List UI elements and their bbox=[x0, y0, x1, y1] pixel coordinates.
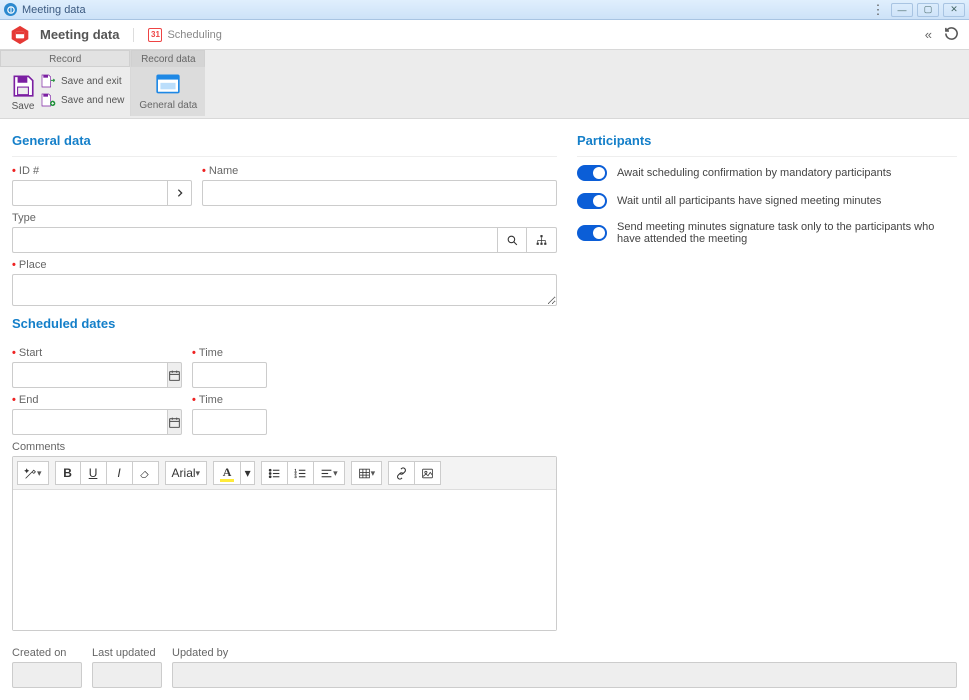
ribbon-tab-record-data[interactable]: Record data bbox=[131, 50, 205, 67]
type-hierarchy-button[interactable] bbox=[527, 227, 557, 253]
start-time-input[interactable] bbox=[192, 362, 267, 388]
window-menu-button[interactable]: ⋮ bbox=[869, 2, 887, 18]
comments-editor: B U I Arial A ▾ bbox=[12, 456, 557, 631]
id-next-button[interactable] bbox=[167, 180, 192, 206]
end-date-input[interactable] bbox=[12, 409, 167, 435]
editor-font-select[interactable]: Arial bbox=[165, 461, 208, 485]
start-date-picker[interactable] bbox=[167, 362, 182, 388]
window-title: Meeting data bbox=[22, 4, 86, 16]
editor-align-button[interactable] bbox=[314, 461, 345, 485]
label-id: ID # bbox=[12, 165, 192, 177]
ribbon: Record Save Save and exit Save and new R… bbox=[0, 50, 969, 119]
general-data-label: General data bbox=[139, 100, 197, 111]
scheduling-label: Scheduling bbox=[167, 29, 221, 41]
refresh-icon[interactable] bbox=[944, 26, 959, 44]
toggle-send-task-label: Send meeting minutes signature task only… bbox=[617, 221, 957, 245]
save-exit-label: Save and exit bbox=[61, 76, 122, 87]
label-start-time: Time bbox=[192, 347, 267, 359]
window-minimize-button[interactable]: ― bbox=[891, 3, 913, 17]
svg-text:3: 3 bbox=[295, 474, 297, 478]
save-new-label: Save and new bbox=[61, 95, 124, 106]
type-search-button[interactable] bbox=[497, 227, 527, 253]
save-exit-button[interactable]: Save and exit bbox=[40, 73, 124, 89]
label-comments: Comments bbox=[12, 441, 557, 453]
toggle-await[interactable] bbox=[577, 165, 607, 181]
editor-italic-button[interactable]: I bbox=[107, 461, 133, 485]
editor-ol-button[interactable]: 123 bbox=[288, 461, 314, 485]
place-input[interactable] bbox=[12, 274, 557, 306]
editor-table-button[interactable] bbox=[351, 461, 383, 485]
id-input[interactable] bbox=[12, 180, 167, 206]
ribbon-tab-record[interactable]: Record bbox=[0, 50, 130, 67]
end-date-picker[interactable] bbox=[167, 409, 182, 435]
divider bbox=[133, 28, 134, 42]
collapse-icon[interactable]: « bbox=[925, 27, 932, 42]
toggle-await-label: Await scheduling confirmation by mandato… bbox=[617, 167, 891, 179]
editor-magic-button[interactable] bbox=[17, 461, 49, 485]
save-label: Save bbox=[12, 101, 35, 112]
label-name: Name bbox=[202, 165, 557, 177]
created-on-input bbox=[12, 662, 82, 688]
editor-ul-button[interactable] bbox=[261, 461, 288, 485]
editor-image-button[interactable] bbox=[415, 461, 441, 485]
type-input[interactable] bbox=[12, 227, 497, 253]
section-participants: Participants bbox=[577, 129, 957, 157]
calendar-icon: 31 bbox=[148, 28, 162, 42]
toggle-wait-signed-label: Wait until all participants have signed … bbox=[617, 195, 881, 207]
section-general: General data bbox=[12, 129, 557, 157]
app-icon bbox=[4, 3, 17, 16]
label-end-time: Time bbox=[192, 394, 267, 406]
editor-bold-button[interactable]: B bbox=[55, 461, 81, 485]
editor-underline-button[interactable]: U bbox=[81, 461, 107, 485]
window-maximize-button[interactable]: ▢ bbox=[917, 3, 939, 17]
start-date-input[interactable] bbox=[12, 362, 167, 388]
end-time-input[interactable] bbox=[192, 409, 267, 435]
module-icon bbox=[10, 25, 30, 45]
editor-color-dropdown[interactable]: ▾ bbox=[241, 461, 255, 485]
section-scheduled: Scheduled dates bbox=[12, 312, 557, 339]
name-input[interactable] bbox=[202, 180, 557, 206]
label-start: Start bbox=[12, 347, 182, 359]
comments-textarea[interactable] bbox=[13, 490, 556, 630]
save-new-button[interactable]: Save and new bbox=[40, 92, 124, 108]
window-close-button[interactable]: ✕ bbox=[943, 3, 965, 17]
page-title: Meeting data bbox=[40, 27, 119, 42]
label-place: Place bbox=[12, 259, 557, 271]
editor-link-button[interactable] bbox=[388, 461, 415, 485]
last-updated-input bbox=[92, 662, 162, 688]
toggle-send-task[interactable] bbox=[577, 225, 607, 241]
updated-by-input bbox=[172, 662, 957, 688]
window-titlebar: Meeting data ⋮ ― ▢ ✕ bbox=[0, 0, 969, 20]
scheduling-link[interactable]: 31 Scheduling bbox=[148, 28, 221, 42]
toggle-wait-signed[interactable] bbox=[577, 193, 607, 209]
editor-color-button[interactable]: A bbox=[213, 461, 241, 485]
page-header: Meeting data 31 Scheduling « bbox=[0, 20, 969, 50]
editor-erase-button[interactable] bbox=[133, 461, 159, 485]
save-button[interactable]: Save bbox=[6, 71, 40, 114]
label-end: End bbox=[12, 394, 182, 406]
label-type: Type bbox=[12, 212, 557, 224]
general-data-button[interactable]: General data bbox=[131, 67, 205, 116]
